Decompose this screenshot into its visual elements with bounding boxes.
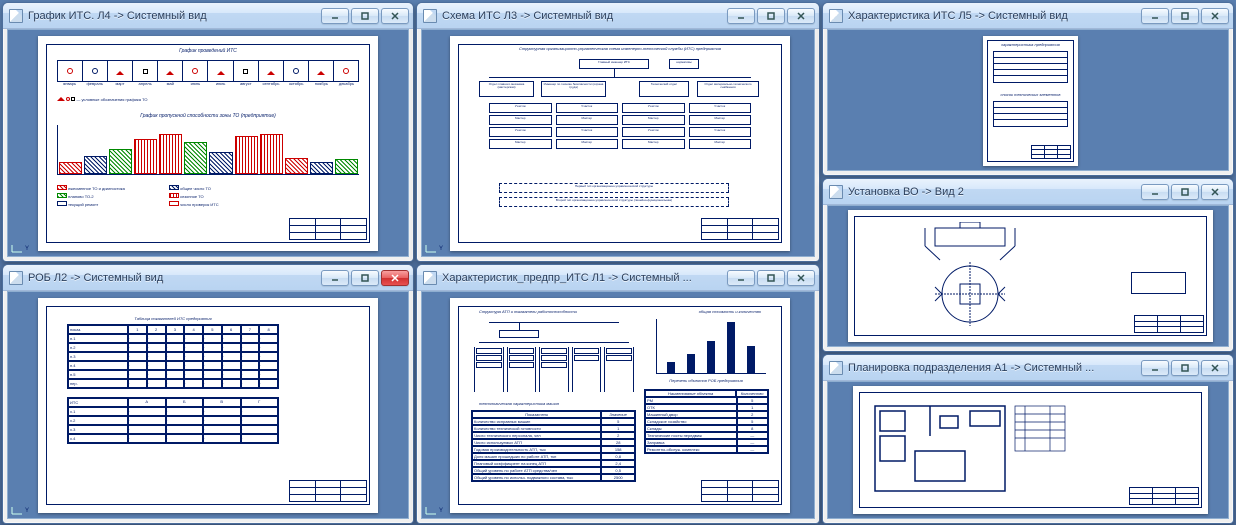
- window-title: Установка ВО -> Вид 2: [848, 186, 1135, 198]
- close-button[interactable]: [787, 270, 815, 286]
- window-ustanovka-vo: Установка ВО -> Вид 2: [822, 178, 1234, 352]
- window-title: Схема ИТС Л3 -> Системный вид: [442, 10, 721, 22]
- client-area[interactable]: Таблица показателей ИТС предприятия пока…: [7, 291, 409, 519]
- maximize-button[interactable]: [757, 270, 785, 286]
- title-block: [289, 480, 367, 502]
- drawing-sheet: [848, 210, 1213, 342]
- window-title: График ИТС. Л4 -> Системный вид: [28, 10, 315, 22]
- titlebar[interactable]: Характеристик_предпр_ИТС Л1 -> Системный…: [417, 265, 819, 291]
- minimize-button[interactable]: [727, 270, 755, 286]
- titlebar[interactable]: РОБ Л2 -> Системный вид: [3, 265, 413, 291]
- floor-plan: [870, 401, 1070, 496]
- h1: График проведений ИТС: [47, 48, 369, 54]
- drawing-sheet: График проведений ИТС: [38, 36, 378, 251]
- window-grafik-its-l4: График ИТС. Л4 -> Системный вид График п…: [2, 2, 414, 262]
- window-title: Характеристика ИТС Л5 -> Системный вид: [848, 10, 1135, 22]
- minimize-button[interactable]: [1141, 8, 1169, 24]
- document-icon: [9, 271, 23, 285]
- document-icon: [9, 9, 23, 23]
- title-block: [1134, 315, 1204, 333]
- drawing-sheet: [853, 386, 1208, 514]
- document-icon: [829, 185, 843, 199]
- window-title: РОБ Л2 -> Системный вид: [28, 272, 315, 284]
- close-button[interactable]: [1201, 8, 1229, 24]
- client-area[interactable]: [827, 205, 1229, 347]
- client-area[interactable]: характеристика предприятия список технич…: [827, 29, 1229, 171]
- minimize-button[interactable]: [1141, 184, 1169, 200]
- minimize-button[interactable]: [727, 8, 755, 24]
- close-button[interactable]: [381, 270, 409, 286]
- ucs-icon: Y: [10, 506, 29, 516]
- window-planirovka-a1: Планировка подразделения А1 -> Системный…: [822, 354, 1234, 524]
- assembly-drawing: [865, 222, 1115, 327]
- close-button[interactable]: [1201, 360, 1229, 376]
- minimize-button[interactable]: [321, 270, 349, 286]
- minimize-button[interactable]: [321, 8, 349, 24]
- window-skhema-its-l3: Схема ИТС Л3 -> Системный вид Структурна…: [416, 2, 820, 262]
- maximize-button[interactable]: [351, 8, 379, 24]
- h2: График пропускной способности зоны ТО (п…: [47, 113, 369, 119]
- title-block: [1031, 145, 1071, 159]
- titlebar[interactable]: Планировка подразделения А1 -> Системный…: [823, 355, 1233, 381]
- window-title: Характеристик_предпр_ИТС Л1 -> Системный…: [442, 272, 721, 284]
- document-icon: [423, 9, 437, 23]
- maximize-button[interactable]: [1171, 360, 1199, 376]
- minimize-button[interactable]: [1141, 360, 1169, 376]
- drawing-sheet: характеристика предприятия список технич…: [983, 36, 1078, 166]
- ucs-icon: Y: [10, 244, 29, 254]
- maximize-button[interactable]: [757, 8, 785, 24]
- title-block: [701, 480, 779, 502]
- client-area[interactable]: Структурная организационно-управленческа…: [421, 29, 815, 257]
- ucs-icon: Y: [424, 244, 443, 254]
- window-rob-l2: РОБ Л2 -> Системный вид Таблица показате…: [2, 264, 414, 524]
- close-button[interactable]: [1201, 184, 1229, 200]
- client-area[interactable]: [827, 381, 1229, 519]
- ucs-icon: Y: [424, 506, 443, 516]
- title-block: [289, 218, 367, 240]
- titlebar[interactable]: Характеристика ИТС Л5 -> Системный вид: [823, 3, 1233, 29]
- maximize-button[interactable]: [1171, 8, 1199, 24]
- document-icon: [829, 361, 843, 375]
- bar-chart: [656, 319, 766, 374]
- client-area[interactable]: Структура АТП и показатели работоспособн…: [421, 291, 815, 519]
- document-icon: [423, 271, 437, 285]
- titlebar[interactable]: Схема ИТС Л3 -> Системный вид: [417, 3, 819, 29]
- titlebar[interactable]: Установка ВО -> Вид 2: [823, 179, 1233, 205]
- client-area[interactable]: График проведений ИТС: [7, 29, 409, 257]
- window-kharakteristika-its-l5: Характеристика ИТС Л5 -> Системный вид х…: [822, 2, 1234, 176]
- close-button[interactable]: [381, 8, 409, 24]
- title-block: [1129, 487, 1199, 505]
- close-button[interactable]: [787, 8, 815, 24]
- drawing-sheet: Структура АТП и показатели работоспособн…: [450, 298, 790, 513]
- drawing-sheet: Таблица показателей ИТС предприятия пока…: [38, 298, 378, 513]
- title-block: [701, 218, 779, 240]
- document-icon: [829, 9, 843, 23]
- drawing-sheet: Структурная организационно-управленческа…: [450, 36, 790, 251]
- maximize-button[interactable]: [351, 270, 379, 286]
- window-kharakteristik-predpr-l1: Характеристик_предпр_ИТС Л1 -> Системный…: [416, 264, 820, 524]
- window-title: Планировка подразделения А1 -> Системный…: [848, 362, 1135, 374]
- maximize-button[interactable]: [1171, 184, 1199, 200]
- titlebar[interactable]: График ИТС. Л4 -> Системный вид: [3, 3, 413, 29]
